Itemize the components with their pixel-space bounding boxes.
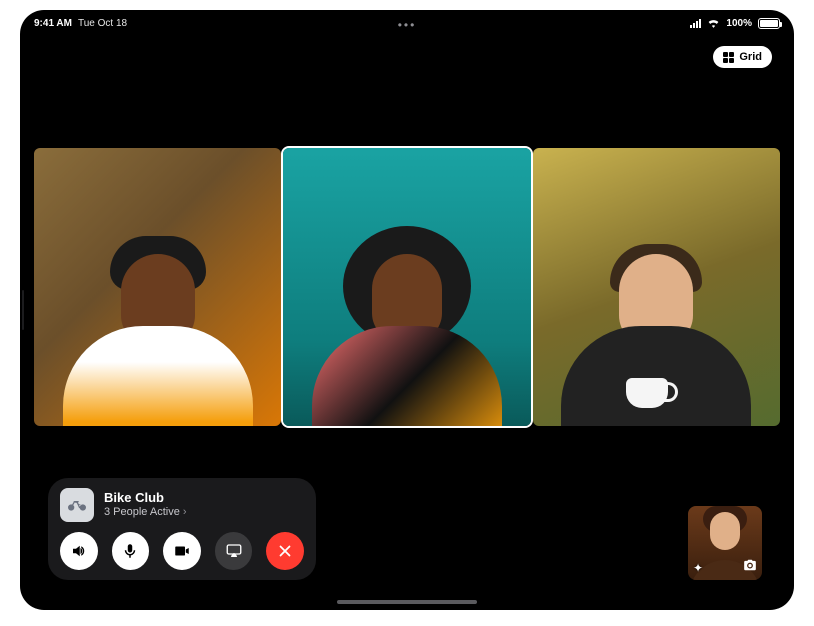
wifi-icon bbox=[707, 18, 720, 28]
speaker-button[interactable] bbox=[60, 532, 98, 570]
camera-toggle-button[interactable] bbox=[163, 532, 201, 570]
participant-tile[interactable] bbox=[283, 148, 530, 426]
effects-icon[interactable]: ✦ bbox=[693, 561, 703, 576]
battery-icon bbox=[758, 18, 780, 29]
grid-icon bbox=[723, 52, 734, 63]
participant-tile[interactable] bbox=[34, 148, 281, 426]
battery-percent: 100% bbox=[726, 18, 752, 29]
mute-button[interactable] bbox=[112, 532, 150, 570]
chevron-right-icon: › bbox=[183, 506, 187, 519]
end-call-button[interactable] bbox=[266, 532, 304, 570]
close-icon bbox=[276, 542, 294, 560]
group-avatar bbox=[60, 488, 94, 522]
status-bar: 9:41 AM Tue Oct 18 ••• 100% bbox=[20, 10, 794, 36]
cup-icon bbox=[626, 378, 668, 408]
home-indicator[interactable] bbox=[337, 600, 477, 604]
cellular-signal-icon bbox=[690, 19, 701, 28]
grid-toggle-button[interactable]: Grid bbox=[713, 46, 772, 68]
person-icon bbox=[586, 226, 726, 426]
camera-shutter-icon[interactable] bbox=[743, 558, 757, 576]
side-notch bbox=[22, 290, 24, 330]
multitask-dots-icon[interactable]: ••• bbox=[398, 18, 417, 32]
person-icon bbox=[337, 226, 477, 426]
bicycle-icon bbox=[67, 495, 87, 515]
status-left: 9:41 AM Tue Oct 18 bbox=[34, 18, 127, 29]
call-controls-banner: Bike Club 3 People Active › bbox=[48, 478, 316, 580]
shareplay-icon bbox=[225, 542, 243, 560]
status-date: Tue Oct 18 bbox=[78, 18, 127, 29]
participant-grid bbox=[34, 148, 780, 426]
call-title: Bike Club bbox=[104, 491, 187, 506]
self-view[interactable]: ✦ bbox=[688, 506, 762, 580]
status-right: 100% bbox=[690, 18, 780, 29]
ipad-screen: 9:41 AM Tue Oct 18 ••• 100% Grid bbox=[20, 10, 794, 610]
participant-tile[interactable] bbox=[533, 148, 780, 426]
control-row bbox=[60, 532, 304, 570]
call-info-text: Bike Club 3 People Active › bbox=[104, 491, 187, 519]
speaker-icon bbox=[70, 542, 88, 560]
call-info-button[interactable]: Bike Club 3 People Active › bbox=[60, 488, 304, 522]
call-subtitle: 3 People Active bbox=[104, 506, 180, 519]
video-icon bbox=[173, 542, 191, 560]
grid-toggle-label: Grid bbox=[739, 51, 762, 63]
status-time: 9:41 AM bbox=[34, 18, 72, 29]
shareplay-button[interactable] bbox=[215, 532, 253, 570]
person-icon bbox=[88, 226, 228, 426]
microphone-icon bbox=[121, 542, 139, 560]
